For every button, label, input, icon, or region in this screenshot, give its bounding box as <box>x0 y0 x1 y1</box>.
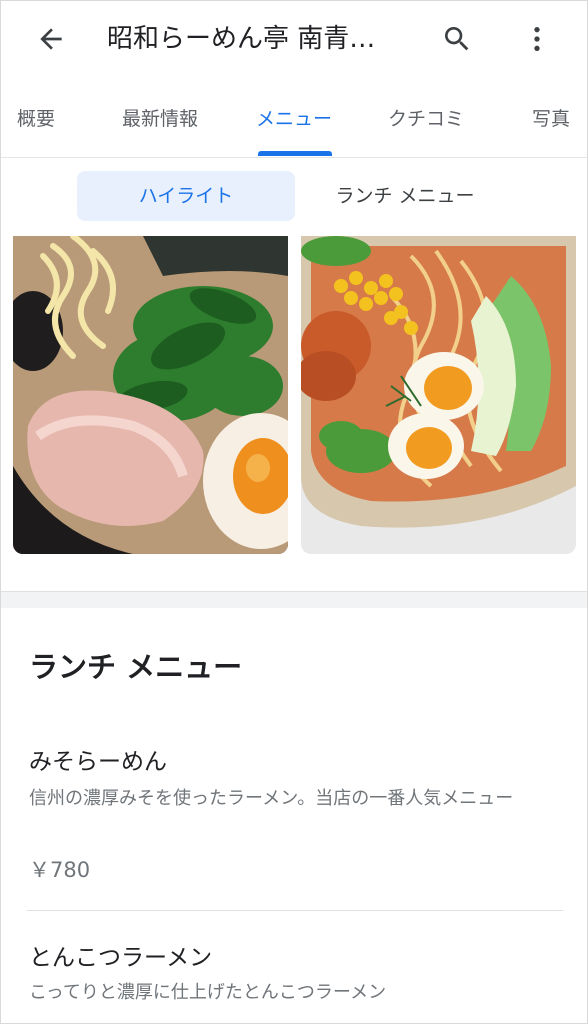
menu-photos <box>1 236 587 591</box>
menu-item-description: 信州の濃厚みそを使ったラーメン。当店の一番人気メニュー <box>29 788 514 809</box>
active-tab-indicator <box>258 151 332 156</box>
menu-photo-ramen-1[interactable] <box>13 236 288 554</box>
menu-item-price: ￥780 <box>29 1016 90 1023</box>
menu-item-name[interactable]: みそらーめん <box>29 742 167 776</box>
back-button[interactable] <box>31 21 71 57</box>
tab-overview[interactable]: 概要 <box>17 101 55 141</box>
place-title: 昭和らーめん亭 南青… <box>107 24 376 54</box>
menu-item-price: ￥780 <box>29 858 91 882</box>
menu-filter-chips: ハイライト ランチ メニュー <box>1 158 587 236</box>
tab-photos[interactable]: 写真 <box>532 101 570 141</box>
more-vertical-icon <box>534 27 540 51</box>
search-icon <box>445 27 469 51</box>
section-title: ランチ メニュー <box>29 650 243 684</box>
app-bar: 昭和らーめん亭 南青… <box>1 1 587 77</box>
lunch-menu-section: ランチ メニュー みそらーめん 信州の濃厚みそを使ったラーメン。当店の一番人気メ… <box>1 608 587 1023</box>
tab-reviews[interactable]: クチコミ <box>388 101 464 141</box>
tab-bar: 概要 最新情報 メニュー クチコミ 写真 <box>1 77 587 158</box>
menu-item-divider <box>27 910 563 911</box>
menu-item-description: こってりと濃厚に仕上げたとんこつラーメン <box>29 982 387 1003</box>
app-screen: 昭和らーめん亭 南青… 概要 最新情報 メニュー クチコミ 写真 ハイライト ラ… <box>0 0 588 1024</box>
menu-item-name[interactable]: とんこつラーメン <box>29 938 212 972</box>
search-button[interactable] <box>439 21 475 57</box>
menu-photo-ramen-2[interactable] <box>301 236 576 554</box>
chip-highlights[interactable]: ハイライト <box>77 171 295 221</box>
tab-updates[interactable]: 最新情報 <box>122 101 198 141</box>
more-options-button[interactable] <box>519 21 555 57</box>
chip-lunch-menu[interactable]: ランチ メニュー <box>307 171 503 221</box>
section-divider <box>1 591 587 609</box>
arrow-left-icon <box>40 28 62 50</box>
tab-menu[interactable]: メニュー <box>256 101 332 141</box>
